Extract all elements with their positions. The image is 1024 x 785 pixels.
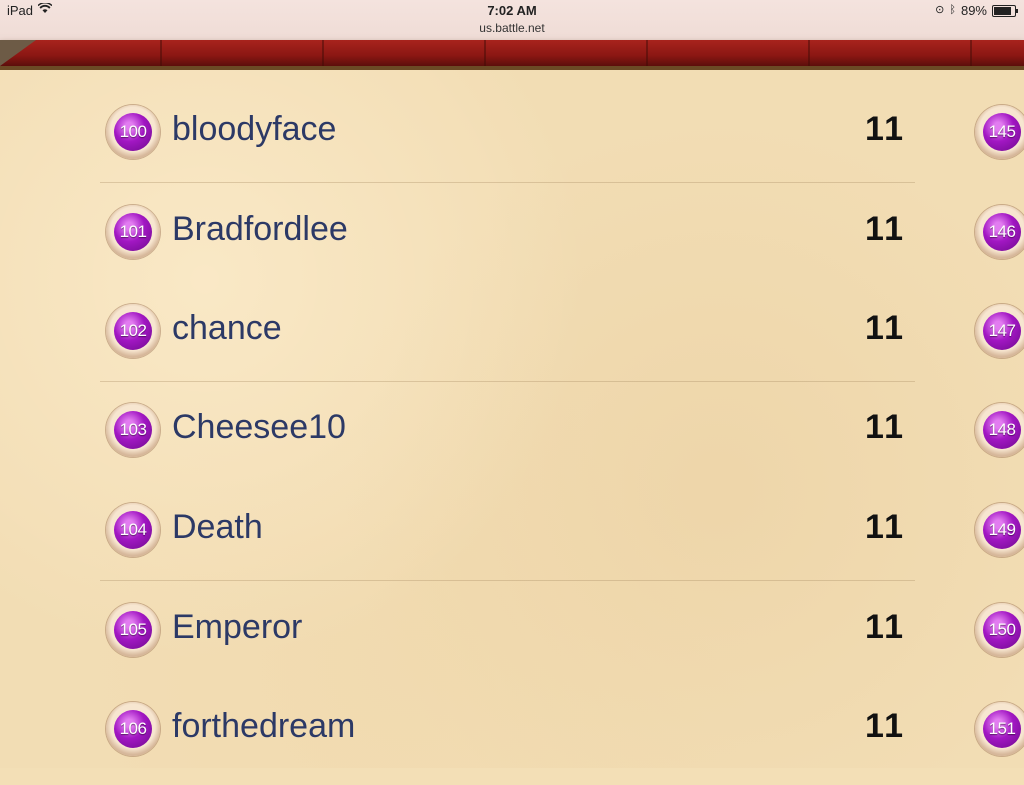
- list-item[interactable]: 146: [970, 188, 1024, 288]
- list-item[interactable]: 149: [970, 486, 1024, 586]
- status-bar: iPad 7:02 AM us.battle.net ⊙ ᛒ 89%: [0, 0, 1024, 40]
- address-url[interactable]: us.battle.net: [0, 21, 1024, 35]
- list-item[interactable]: 101 Bradfordlee 11: [100, 188, 915, 288]
- player-count: 11: [865, 707, 905, 745]
- player-count: 11: [865, 110, 905, 148]
- rank-badge: 106: [106, 702, 160, 756]
- player-name[interactable]: forthedream: [172, 705, 355, 747]
- rank-badge: 150: [975, 603, 1024, 657]
- player-count: 11: [865, 309, 905, 347]
- rank-number: 105: [114, 611, 152, 649]
- rank-badge: 102: [106, 304, 160, 358]
- player-count: 11: [865, 608, 905, 646]
- rank-number: 106: [114, 710, 152, 748]
- row-divider: [100, 580, 915, 581]
- rank-number: 104: [114, 511, 152, 549]
- list-item[interactable]: 100 bloodyface 11: [100, 88, 915, 188]
- player-name[interactable]: Cheesee10: [172, 406, 346, 448]
- rank-badge: 100: [106, 105, 160, 159]
- player-name[interactable]: chance: [172, 307, 282, 349]
- rank-badge: 147: [975, 304, 1024, 358]
- player-name[interactable]: Emperor: [172, 606, 302, 648]
- rank-number: 103: [114, 411, 152, 449]
- list-item[interactable]: 103 Cheesee10 11: [100, 386, 915, 486]
- rank-badge: 103: [106, 403, 160, 457]
- rank-number: 101: [114, 213, 152, 251]
- player-count: 11: [865, 408, 905, 446]
- rank-badge: 101: [106, 205, 160, 259]
- list-item[interactable]: 105 Emperor 11: [100, 586, 915, 686]
- list-item[interactable]: 147: [970, 287, 1024, 387]
- rank-number: 146: [983, 213, 1021, 251]
- rank-number: 100: [114, 113, 152, 151]
- rank-badge: 149: [975, 503, 1024, 557]
- status-time: 7:02 AM: [487, 3, 537, 18]
- list-item[interactable]: 102 chance 11: [100, 287, 915, 387]
- player-name[interactable]: bloodyface: [172, 108, 336, 150]
- rank-badge: 145: [975, 105, 1024, 159]
- header-banner: [0, 40, 1024, 70]
- rank-badge: 148: [975, 403, 1024, 457]
- row-divider: [100, 182, 915, 183]
- status-right: ⊙ ᛒ 89%: [935, 3, 1018, 18]
- player-count: 11: [865, 210, 905, 248]
- battery-percent: 89%: [960, 3, 987, 18]
- list-item[interactable]: 104 Death 11: [100, 486, 915, 586]
- rank-number: 147: [983, 312, 1021, 350]
- rank-number: 148: [983, 411, 1021, 449]
- row-divider: [100, 381, 915, 382]
- player-name[interactable]: Death: [172, 506, 263, 548]
- rank-number: 145: [983, 113, 1021, 151]
- bluetooth-icon: ᛒ: [949, 4, 956, 16]
- player-count: 11: [865, 508, 905, 546]
- player-name[interactable]: Bradfordlee: [172, 208, 348, 250]
- list-item[interactable]: 150: [970, 586, 1024, 686]
- banner-corner-ornament: [0, 40, 36, 66]
- list-item[interactable]: 106 forthedream 11: [100, 685, 915, 785]
- rank-number: 102: [114, 312, 152, 350]
- battery-icon: [992, 4, 1018, 17]
- rank-badge: 146: [975, 205, 1024, 259]
- list-item[interactable]: 151: [970, 685, 1024, 785]
- list-item[interactable]: 145: [970, 88, 1024, 188]
- rank-number: 149: [983, 511, 1021, 549]
- rank-badge: 151: [975, 702, 1024, 756]
- rank-badge: 105: [106, 603, 160, 657]
- list-item[interactable]: 148: [970, 386, 1024, 486]
- rank-number: 150: [983, 611, 1021, 649]
- orientation-lock-icon: ⊙: [935, 4, 945, 16]
- rank-badge: 104: [106, 503, 160, 557]
- rank-number: 151: [983, 710, 1021, 748]
